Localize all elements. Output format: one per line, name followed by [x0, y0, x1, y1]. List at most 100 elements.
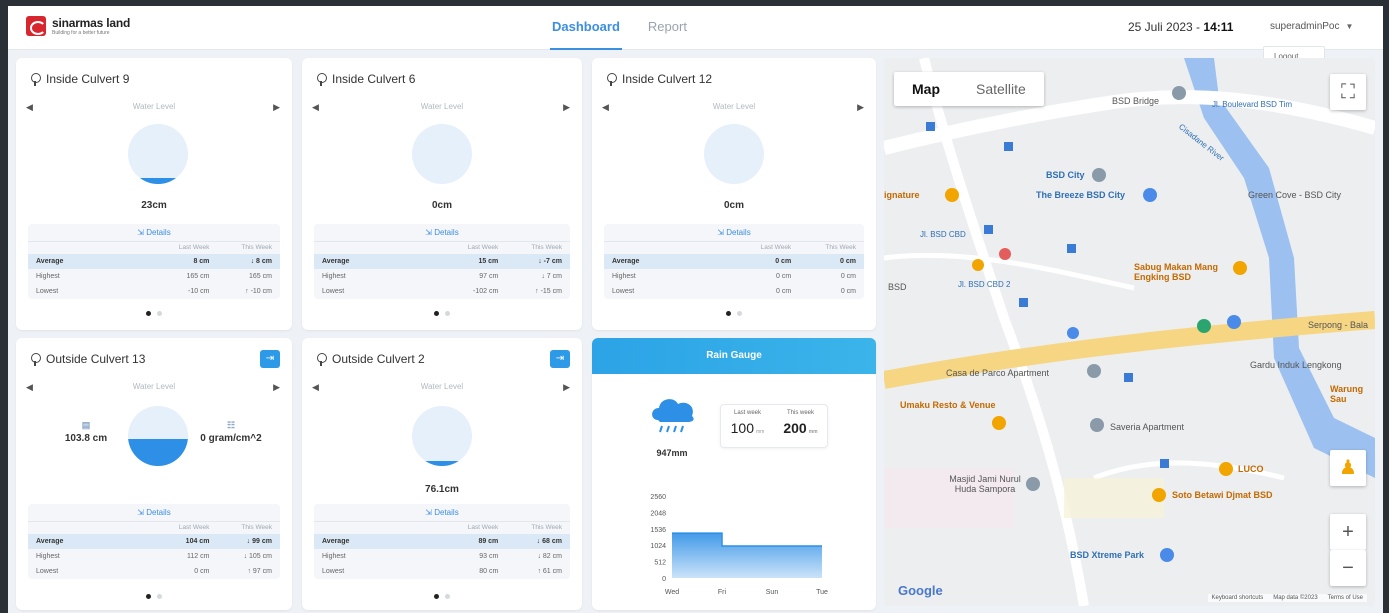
- map-label: ignature: [884, 190, 920, 200]
- location-pin-icon: [606, 72, 617, 86]
- water-level-reading: 76.1cm: [425, 484, 459, 495]
- top-header: sinarmas land Building for a better futu…: [8, 6, 1383, 50]
- map-label: Masjid Jami Nurul Huda Sampora: [949, 474, 1021, 494]
- brand-logo-icon: [26, 16, 46, 36]
- map-label: BSD Xtreme Park: [1070, 550, 1145, 560]
- location-pin-icon: [30, 352, 41, 366]
- location-map[interactable]: Map Satellite ⛶ ♟ + − BSD Bridge Jl. Bou…: [884, 58, 1375, 606]
- details-link[interactable]: ⇲ Details: [314, 504, 570, 522]
- x-tick-label: Fri: [718, 589, 727, 596]
- table-row: Average 104 cm ↓ 99 cm: [28, 534, 280, 549]
- satellite-view-button[interactable]: Satellite: [958, 72, 1044, 106]
- details-link[interactable]: ⇲ Details: [28, 224, 280, 242]
- water-level-reading: 23cm: [141, 200, 167, 211]
- water-level-gauge: [412, 124, 472, 184]
- user-name: superadminPoc: [1270, 21, 1340, 32]
- rain-total: 947mm: [656, 448, 688, 458]
- tab-dashboard[interactable]: Dashboard: [550, 6, 622, 50]
- gauge-icon: ☷: [226, 420, 236, 430]
- carousel-dots[interactable]: [592, 311, 876, 316]
- location-pin-icon: [316, 352, 327, 366]
- pegman-icon[interactable]: ♟: [1330, 450, 1366, 486]
- details-link[interactable]: ⇲ Details: [28, 504, 280, 522]
- water-level-reading: 0cm: [431, 200, 452, 211]
- water-level-gauge: [128, 124, 188, 184]
- terms-link[interactable]: Terms of Use: [1328, 595, 1363, 601]
- water-level-gauge: [704, 124, 764, 184]
- map-label: Saveria Apartment: [1110, 422, 1185, 432]
- water-level-gauge: [128, 406, 188, 466]
- level-value: ▤ 103.8 cm: [54, 420, 118, 444]
- table-row: Highest 112 cm ↓ 105 cm: [36, 553, 272, 560]
- location-pin-icon: [316, 72, 327, 86]
- map-type-toggle: Map Satellite: [894, 72, 1044, 106]
- carousel-dots[interactable]: [302, 594, 582, 599]
- water-level-label: Water Level: [420, 382, 464, 391]
- rain-gauge-card: Rain Gauge 947mm Last week 100 mm This we…: [592, 338, 876, 610]
- stats-table: ⇲ Details Last Week This Week Average 0 cm…: [604, 224, 864, 299]
- next-arrow-icon[interactable]: ▶: [857, 102, 864, 113]
- next-arrow-icon[interactable]: ▶: [563, 102, 570, 113]
- map-label: Umaku Resto & Venue: [900, 400, 996, 410]
- table-row: Highest 165 cm 165 cm: [36, 273, 272, 280]
- details-link[interactable]: ⇲ Details: [314, 224, 570, 242]
- stats-table: ⇲ Details Last Week This Week Average 89 c…: [314, 504, 570, 579]
- zoom-out-button[interactable]: −: [1330, 550, 1366, 586]
- table-row: Lowest 80 cm ↑ 61 cm: [322, 568, 562, 575]
- map-data-credit: Map data ©2023: [1273, 595, 1318, 601]
- next-arrow-icon[interactable]: ▶: [273, 102, 280, 113]
- rain-gauge-title: Rain Gauge: [592, 338, 876, 374]
- user-dropdown[interactable]: superadminPoc ▼: [1270, 21, 1353, 32]
- table-row: Highest 93 cm ↓ 82 cm: [322, 553, 562, 560]
- water-level-label: Water Level: [132, 102, 176, 111]
- zoom-in-button[interactable]: +: [1330, 514, 1366, 550]
- map-label: Jl. BSD CBD 2: [958, 280, 1011, 289]
- pressure-value: ☷ 0 gram/cm^2: [190, 420, 272, 444]
- carousel-dots[interactable]: [302, 311, 582, 316]
- table-row: Average 89 cm ↓ 68 cm: [314, 534, 570, 549]
- next-arrow-icon[interactable]: ▶: [273, 382, 280, 393]
- export-button[interactable]: ⇥: [550, 350, 570, 368]
- export-button[interactable]: ⇥: [260, 350, 280, 368]
- fullscreen-button[interactable]: ⛶: [1330, 74, 1366, 110]
- stats-table: ⇲ Details Last Week This Week Average 104 …: [28, 504, 280, 579]
- next-arrow-icon[interactable]: ▶: [563, 382, 570, 393]
- map-label: Jl. BSD CBD: [920, 230, 966, 239]
- this-week-label: This week: [786, 410, 814, 416]
- rainfall-chart: 0 512 1024 1536 2048 2560 Wed Fri Sun Tue: [650, 494, 828, 596]
- water-level-gauge: [412, 406, 472, 466]
- map-label: LUCO: [1238, 464, 1264, 474]
- culvert-name: Inside Culvert 9: [46, 72, 130, 86]
- map-label: Warung Sau: [1330, 384, 1364, 404]
- map-label: Serpong - Bala: [1308, 320, 1369, 330]
- map-label: Soto Betawi Djmat BSD: [1172, 490, 1273, 500]
- water-level-label: Water Level: [132, 382, 176, 391]
- rainfall-area: [672, 533, 822, 578]
- main-nav: Dashboard Report: [550, 6, 689, 50]
- map-footer: Keyboard shortcuts Map data ©2023 Terms …: [1207, 594, 1367, 602]
- table-row: Average 8 cm ↓ 8 cm: [28, 254, 280, 269]
- culvert-name: Outside Culvert 2: [332, 352, 425, 366]
- brand-logo[interactable]: sinarmas land Building for a better futu…: [26, 16, 130, 36]
- y-tick-label: 2560: [650, 494, 666, 501]
- brand-name: sinarmas land: [52, 15, 131, 30]
- details-link[interactable]: ⇲ Details: [604, 224, 864, 242]
- keyboard-shortcuts-link[interactable]: Keyboard shortcuts: [1212, 595, 1264, 601]
- culvert-card: Outside Culvert 2 ⇥ ◀ Water Level ▶ 76.1…: [302, 338, 582, 610]
- culvert-name: Inside Culvert 6: [332, 72, 416, 86]
- rain-cloud-icon: [652, 399, 694, 433]
- google-logo: Google: [898, 583, 943, 598]
- current-datetime: 25 Juli 2023 - 14:11: [1128, 20, 1233, 34]
- carousel-dots[interactable]: [16, 311, 292, 316]
- brand-tagline: Building for a better future: [52, 29, 110, 36]
- tab-report[interactable]: Report: [646, 6, 689, 50]
- map-label: The Breeze BSD City: [1036, 190, 1126, 200]
- y-tick-label: 512: [654, 560, 666, 567]
- map-label: Gardu Induk Lengkong: [1250, 360, 1342, 370]
- this-week-value: 200: [783, 420, 807, 436]
- carousel-dots[interactable]: [16, 594, 292, 599]
- table-row: Average 0 cm 0 cm: [604, 254, 864, 269]
- map-view-button[interactable]: Map: [894, 72, 958, 106]
- map-label: BSD: [888, 282, 907, 292]
- chevron-down-icon: ▼: [1345, 22, 1354, 31]
